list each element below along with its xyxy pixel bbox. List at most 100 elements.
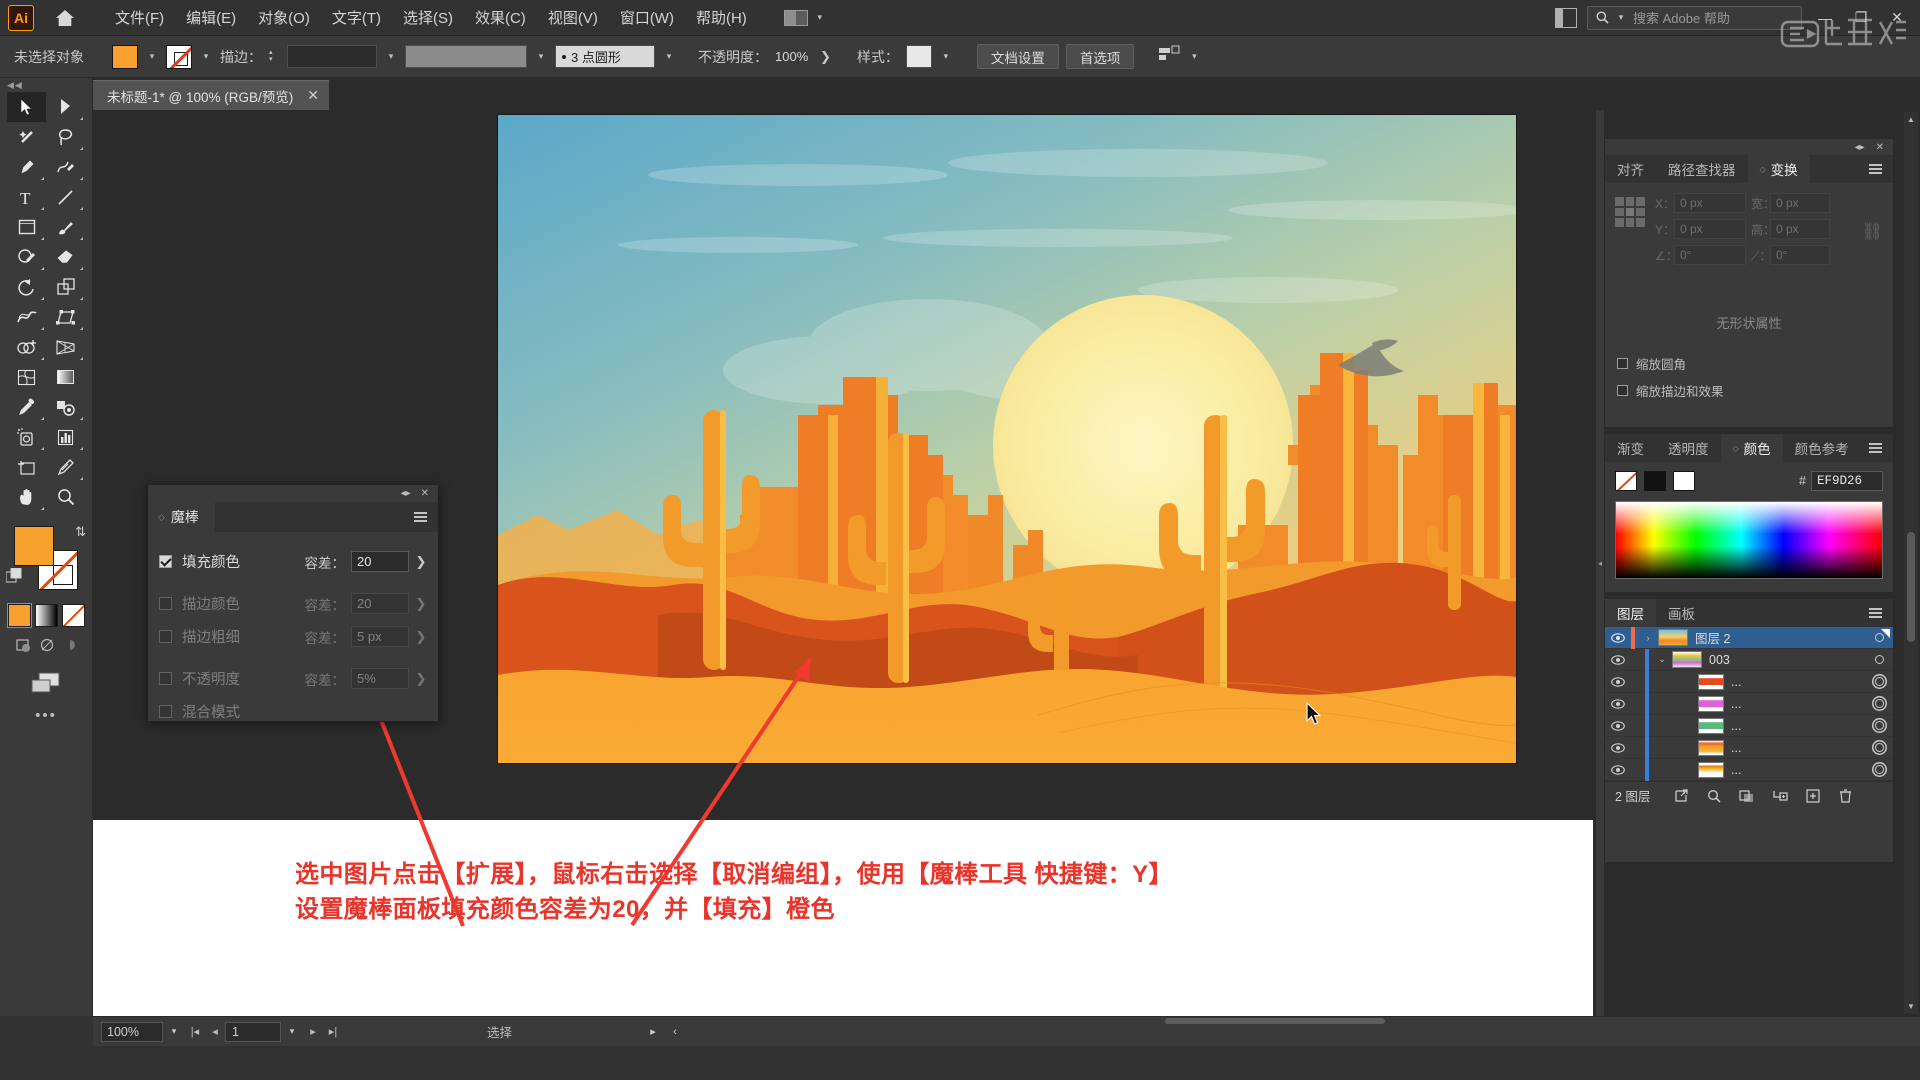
stroke-variable-width-preview[interactable] — [405, 45, 527, 68]
target-indicator[interactable] — [1865, 655, 1893, 664]
stroke-color-checkbox[interactable] — [159, 597, 172, 610]
current-tool-status[interactable]: 选择 — [357, 1021, 642, 1042]
draw-inside-icon[interactable] — [63, 637, 77, 659]
default-fill-stroke-icon[interactable] — [5, 567, 22, 589]
panel-layout-icon[interactable] — [1555, 7, 1577, 28]
previous-artboard-icon[interactable]: ◂ — [205, 1025, 225, 1038]
horizontal-scrollbar-thumb[interactable] — [1165, 1018, 1385, 1024]
shaper-tool[interactable] — [7, 242, 46, 272]
opacity-value[interactable]: 100% — [775, 49, 809, 64]
workspace-switcher[interactable]: ▾ — [783, 9, 827, 26]
visibility-eye-icon[interactable] — [1605, 742, 1631, 753]
zoom-chevron-icon[interactable]: ▾ — [163, 1026, 185, 1037]
locate-object-icon[interactable] — [1664, 788, 1697, 803]
maximize-button[interactable]: ❐ — [1848, 7, 1874, 29]
menu-window[interactable]: 窗口(W) — [609, 2, 685, 33]
layer-row-sub1[interactable]: ... — [1605, 670, 1893, 693]
layer-row-sub2[interactable]: ... — [1605, 692, 1893, 715]
shape-builder-tool[interactable] — [7, 332, 46, 362]
tab-gradient[interactable]: 渐变 — [1605, 434, 1656, 462]
create-new-layer-icon[interactable] — [1796, 788, 1829, 803]
zoom-tool[interactable] — [46, 482, 85, 512]
edit-toolbar-icon[interactable]: ••• — [0, 707, 92, 724]
menu-select[interactable]: 选择(S) — [392, 2, 464, 33]
variable-width-chevron-icon[interactable]: ▾ — [534, 51, 548, 62]
target-indicator[interactable] — [1865, 765, 1893, 774]
home-icon[interactable] — [52, 5, 78, 31]
panel-menu-icon[interactable] — [1869, 599, 1893, 627]
menu-file[interactable]: 文件(F) — [104, 2, 175, 33]
stroke-color-swatch[interactable] — [166, 44, 192, 69]
last-artboard-icon[interactable]: ▸| — [323, 1025, 343, 1038]
scale-tool[interactable] — [46, 272, 85, 302]
target-indicator[interactable] — [1865, 677, 1893, 686]
align-to-icon[interactable] — [1158, 45, 1180, 68]
color-panel[interactable]: 渐变 透明度 ◇ 颜色 颜色参考 # EF9D26 — [1604, 433, 1894, 593]
scrollbar-thumb[interactable] — [1907, 532, 1915, 642]
free-transform-tool[interactable] — [46, 302, 85, 332]
visibility-eye-icon[interactable] — [1605, 654, 1631, 665]
minimize-button[interactable]: — — [1812, 7, 1838, 29]
blend-mode-row[interactable]: 混合模式 — [159, 695, 427, 728]
menu-effect[interactable]: 效果(C) — [464, 2, 537, 33]
magic-wand-tool[interactable] — [7, 122, 46, 152]
reference-point-selector[interactable] — [1615, 197, 1645, 227]
color-mode-flat[interactable] — [6, 603, 32, 628]
stroke-weight-stepper[interactable]: ▴ ▾ — [269, 49, 280, 63]
layer-row-sub3[interactable]: ... — [1605, 714, 1893, 737]
close-icon[interactable]: ✕ — [421, 488, 429, 499]
rectangle-tool[interactable] — [7, 212, 46, 242]
stroke-color-row[interactable]: 描边颜色 容差： 20 ❯ — [159, 587, 427, 620]
fill-tolerance-expand-icon[interactable]: ❯ — [415, 554, 427, 570]
color-mode-none[interactable] — [61, 604, 85, 627]
align-chevron-icon[interactable]: ▾ — [1187, 51, 1201, 62]
menu-object[interactable]: 对象(O) — [247, 2, 321, 33]
expand-triangle-icon[interactable]: › — [1638, 633, 1658, 643]
artboard-number-input[interactable]: 1 — [225, 1021, 281, 1042]
blend-mode-checkbox[interactable] — [159, 705, 172, 718]
hand-tool[interactable] — [7, 482, 46, 512]
x-input[interactable]: 0 px — [1674, 193, 1746, 213]
stroke-weight-row[interactable]: 描边粗细 容差： 5 px ❯ — [159, 620, 427, 653]
layer-row-003[interactable]: ⌄ 003 — [1605, 648, 1893, 671]
stroke-profile-chevron-icon[interactable]: ▾ — [662, 51, 676, 62]
magic-wand-panel[interactable]: ◂▸ ✕ ◇ 魔棒 填充颜色 容差： 20 ❯ 描边颜色 容差： 20 ❯ 描边… — [147, 484, 439, 722]
eraser-tool[interactable] — [46, 242, 85, 272]
layer-name[interactable]: ... — [1731, 763, 1865, 777]
color-spectrum[interactable] — [1615, 501, 1883, 579]
visibility-eye-icon[interactable] — [1605, 632, 1631, 643]
width-input[interactable]: 0 px — [1770, 193, 1830, 213]
blend-tool[interactable] — [46, 392, 85, 422]
scale-corners-checkbox[interactable] — [1617, 358, 1628, 369]
target-indicator[interactable] — [1865, 743, 1893, 752]
status-expand-icon[interactable]: ▸ — [642, 1025, 664, 1038]
layer-name[interactable]: 图层 2 — [1695, 628, 1865, 647]
layer-row-sub5[interactable]: ... — [1605, 758, 1893, 781]
layer-name[interactable]: ... — [1731, 675, 1865, 689]
artboard-tool[interactable] — [7, 452, 46, 482]
graphic-style-swatch[interactable] — [905, 45, 932, 68]
close-icon[interactable]: ✕ — [307, 87, 319, 104]
panel-menu-icon[interactable] — [1869, 155, 1893, 183]
opacity-checkbox[interactable] — [159, 672, 172, 685]
artboard-chevron-icon[interactable]: ▾ — [281, 1026, 303, 1037]
tab-artboards[interactable]: 画板 — [1656, 599, 1707, 627]
shear-input[interactable]: 0° — [1770, 245, 1830, 265]
fill-tolerance-input[interactable]: 20 — [351, 551, 409, 572]
draw-normal-icon[interactable] — [15, 637, 34, 659]
fill-color-swatch[interactable] — [112, 44, 138, 69]
search-layers-icon[interactable] — [1697, 789, 1730, 803]
layer-name[interactable]: ... — [1731, 741, 1865, 755]
delete-layer-icon[interactable] — [1829, 788, 1862, 803]
gradient-tool[interactable] — [46, 362, 85, 392]
symbol-sprayer-tool[interactable] — [7, 422, 46, 452]
collapse-triangle-icon[interactable]: ⌄ — [1652, 654, 1672, 665]
tab-color-guide[interactable]: 颜色参考 — [1783, 434, 1861, 462]
create-sublayer-icon[interactable] — [1763, 789, 1796, 803]
layer-row-sub4[interactable]: ... — [1605, 736, 1893, 759]
y-input[interactable]: 0 px — [1674, 219, 1746, 239]
style-chevron-icon[interactable]: ▾ — [939, 51, 953, 62]
scroll-down-icon[interactable]: ▼ — [1907, 1002, 1915, 1011]
link-dimensions-icon[interactable]: ⛓ — [1861, 222, 1883, 242]
direct-selection-tool[interactable] — [46, 92, 85, 122]
